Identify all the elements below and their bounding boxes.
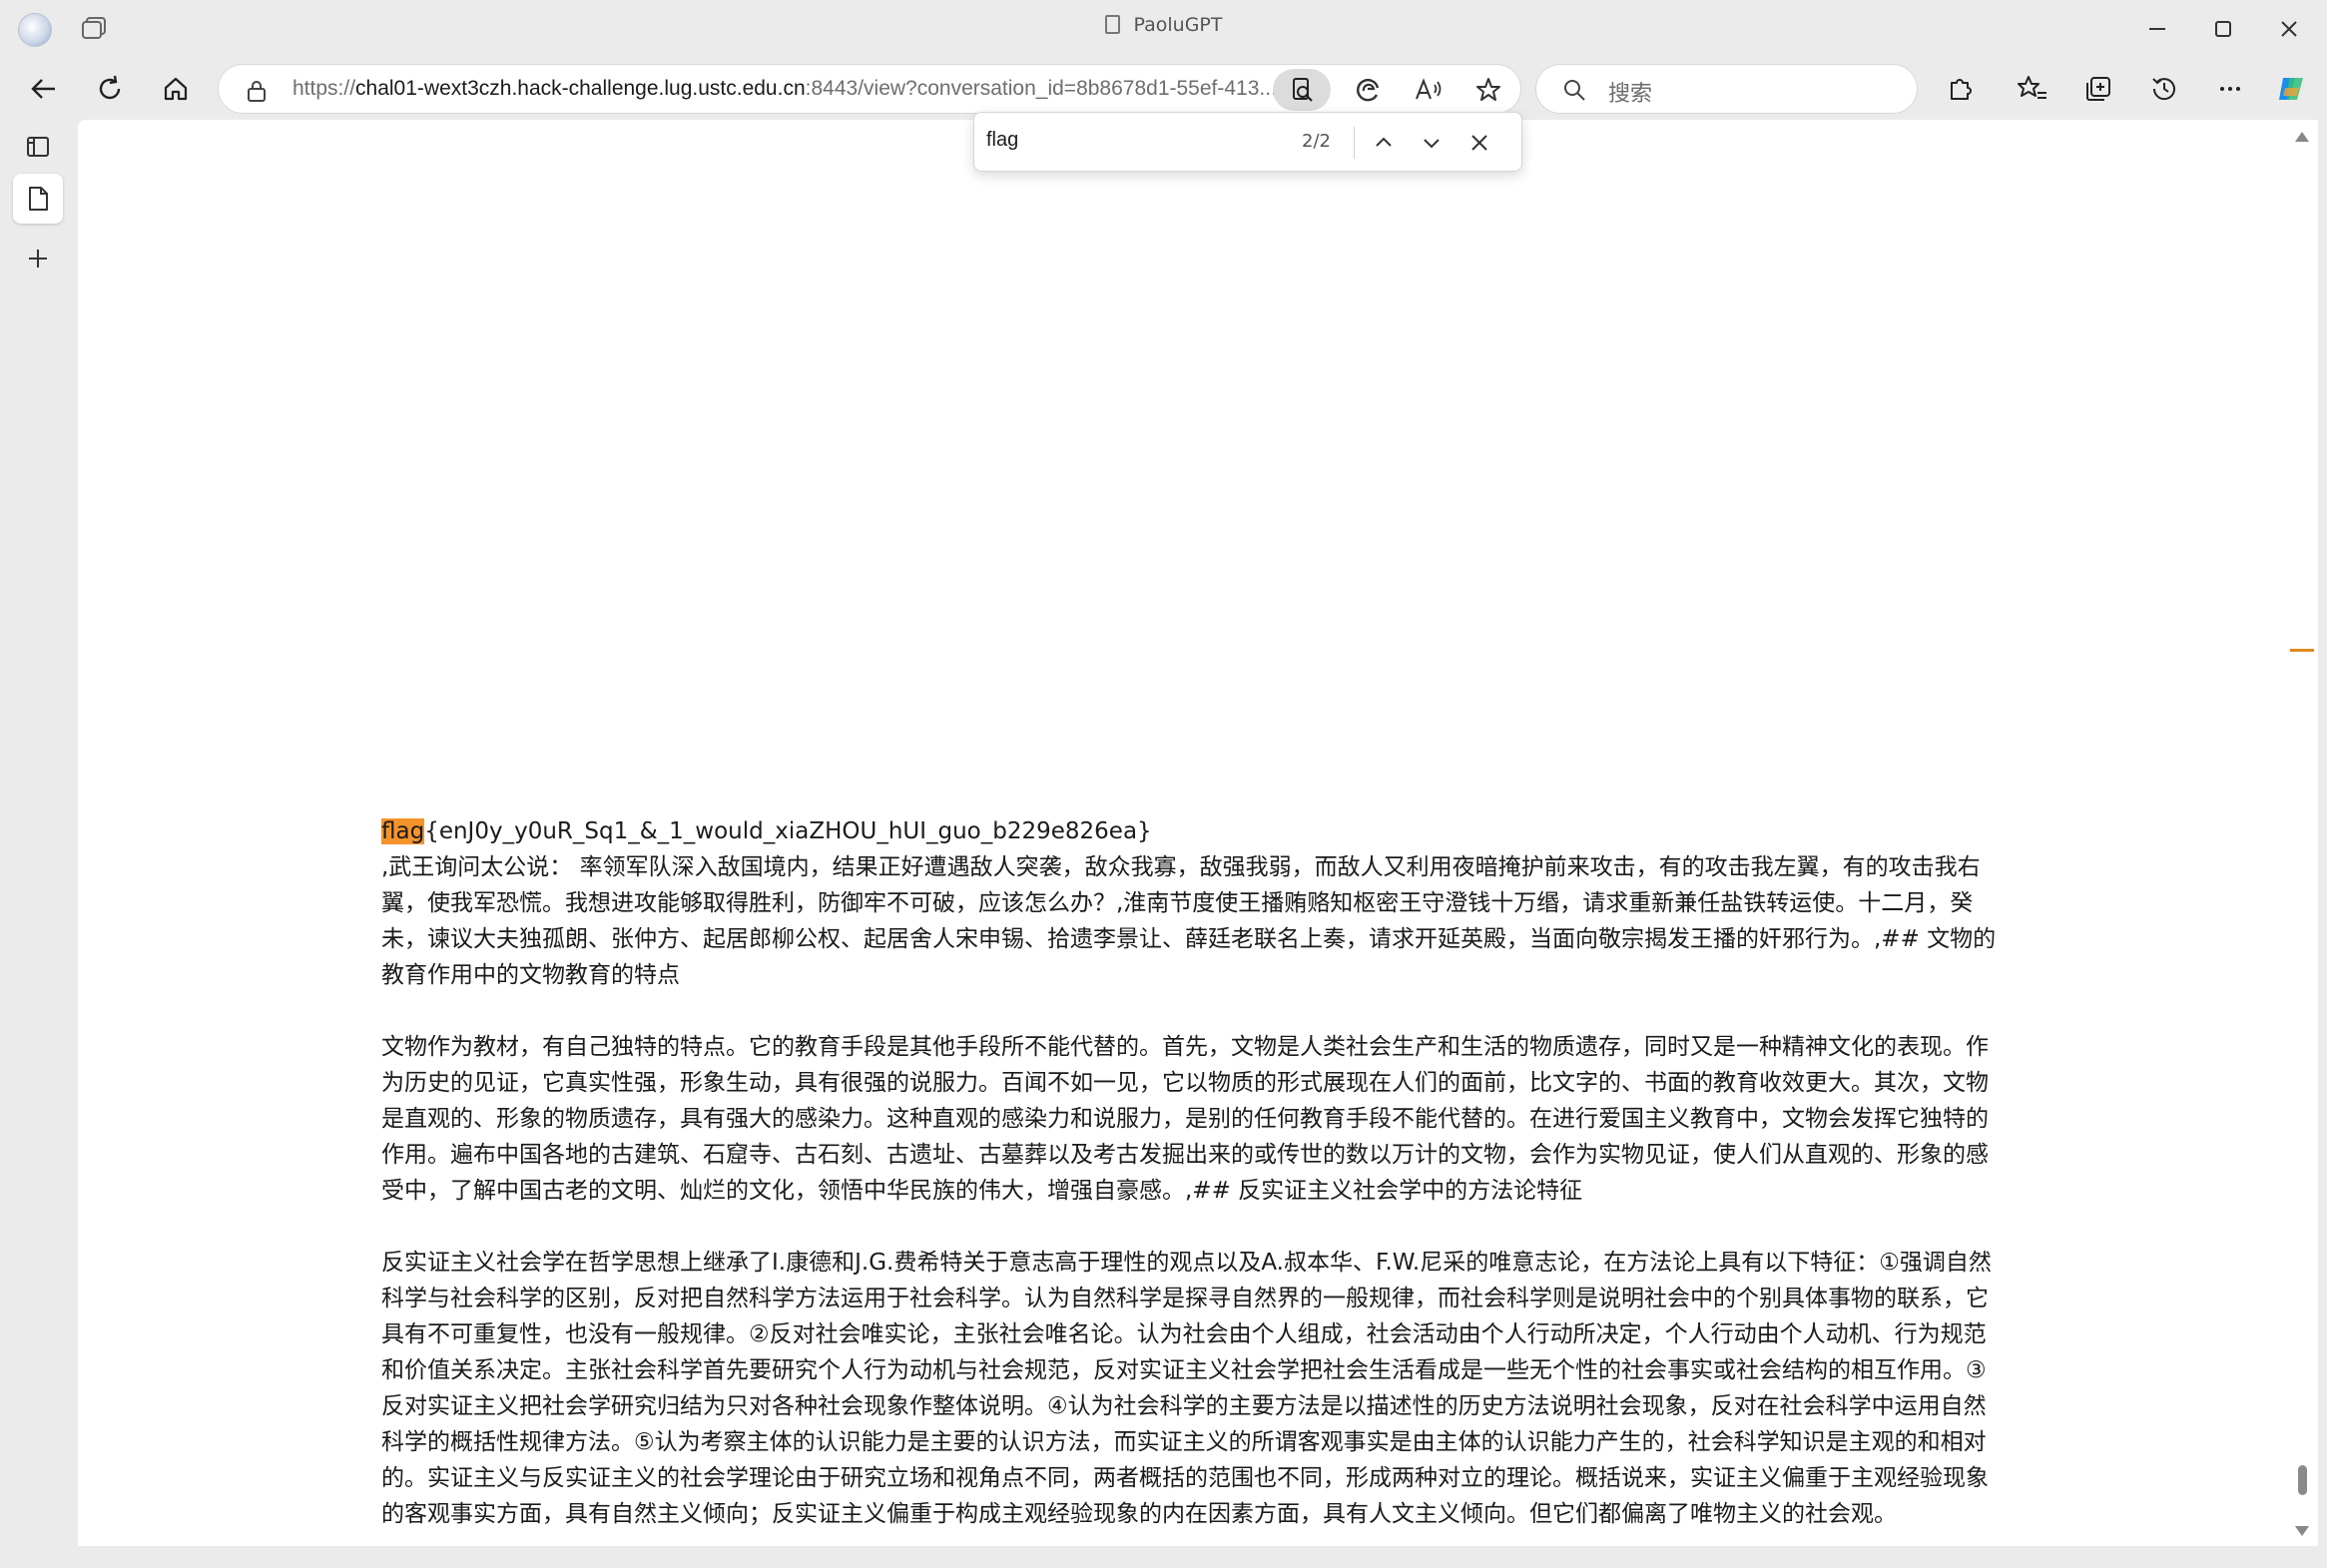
chevron-down-icon [1424,139,1440,149]
maximize-button[interactable] [2208,14,2238,44]
read-aloud-button[interactable] [1407,69,1451,111]
search-box[interactable]: 搜索 [1535,64,1918,114]
puzzle-icon [1951,79,1972,100]
minimize-button[interactable] [2142,14,2172,44]
back-button[interactable] [22,67,66,111]
lock-icon[interactable] [247,79,267,107]
scroll-down-arrow[interactable] [2295,1526,2309,1536]
url-text[interactable]: https://chal01-wext3czh.hack-challenge.l… [292,77,1277,101]
extensions-button[interactable] [1939,67,1983,111]
find-divider [1354,127,1355,159]
back-arrow-icon [31,79,55,99]
refresh-icon [99,75,121,100]
collections-icon [2086,77,2110,101]
close-window-button[interactable] [2274,14,2304,44]
immersive-reader-button[interactable] [1273,69,1331,111]
home-button[interactable] [154,67,198,111]
url-path: :8443/view?conversation_id=8b8678d1-55ef… [805,77,1277,100]
flag-value: {enJ0y_y0uR_Sq1_&_1_would_xiaZHOU_hUI_gu… [424,818,1152,844]
edge-refresh-button[interactable] [1347,69,1391,111]
sidebar-panel-icon [27,137,49,157]
copilot-button[interactable] [2270,67,2314,111]
collections-button[interactable] [2076,67,2120,111]
close-icon [1471,135,1487,151]
plus-icon [29,250,47,267]
favorites-list-icon [2018,76,2046,99]
new-tab-button[interactable] [13,234,63,283]
page-icon [1104,15,1120,34]
window-title-text: PaoluGPT [1133,14,1223,36]
address-bar[interactable]: https://chal01-wext3czh.hack-challenge.l… [218,64,1521,114]
paragraph-1: ,武王询问太公说： 率领军队深入敌国境内，结果正好遭遇敌人突袭，敌众我寡，敌强我… [381,854,1997,988]
reader-icon [1293,78,1313,102]
find-on-page-bar: flag 2/2 [973,112,1522,172]
find-match-count: 2/2 [1302,131,1331,152]
search-placeholder: 搜索 [1608,82,1653,107]
page-scrollbar[interactable] [2286,120,2318,1546]
history-icon [2152,78,2175,101]
copilot-icon [2279,78,2303,100]
search-match-highlight: flag [381,818,425,844]
minimize-icon [2149,28,2165,30]
find-next-button[interactable] [1414,125,1450,161]
edge-icon [1357,79,1380,102]
more-icon [2220,87,2240,91]
favorite-star-button[interactable] [1466,69,1510,111]
favorites-button[interactable] [2011,67,2054,111]
more-options-button[interactable] [2208,67,2252,111]
paragraph-3: 反实证主义社会学在哲学思想上继承了I.康德和J.G.费希特关于意志高于理性的观点… [381,1250,1992,1527]
sidebar-tab-current-page[interactable] [13,174,63,224]
navigation-bar: https://chal01-wext3czh.hack-challenge.l… [0,58,2327,120]
scroll-up-arrow[interactable] [2295,132,2309,142]
star-icon [1476,78,1500,101]
document-icon [29,187,48,211]
find-previous-button[interactable] [1366,125,1402,161]
read-aloud-icon [1416,78,1442,100]
search-icon [1562,78,1586,106]
close-icon [2281,21,2297,37]
tab-panel-button[interactable] [13,122,63,172]
conversation-content: flag{enJ0y_y0uR_Sq1_&_1_would_xiaZHOU_hU… [381,813,1999,1568]
maximize-icon [2215,21,2231,37]
find-input[interactable]: flag [986,129,1018,152]
history-button[interactable] [2142,67,2186,111]
url-host: chal01-wext3czh.hack-challenge.lug.ustc.… [355,77,806,100]
refresh-button[interactable] [88,67,132,111]
url-scheme: https:// [292,77,356,100]
scroll-thumb[interactable] [2298,1465,2307,1495]
vertical-tabs-sidebar [0,120,78,1551]
find-match-marker [2290,649,2314,652]
home-icon [164,77,188,101]
find-close-button[interactable] [1461,125,1497,161]
chevron-up-icon [1376,137,1392,147]
flag-paragraph: flag{enJ0y_y0uR_Sq1_&_1_would_xiaZHOU_hU… [381,813,1999,993]
title-bar: PaoluGPT [0,0,2327,58]
window-title: PaoluGPT [0,14,2327,36]
paragraph-2: 文物作为教材，有自己独特的特点。它的教育手段是其他手段所不能代替的。首先，文物是… [381,1034,1989,1204]
